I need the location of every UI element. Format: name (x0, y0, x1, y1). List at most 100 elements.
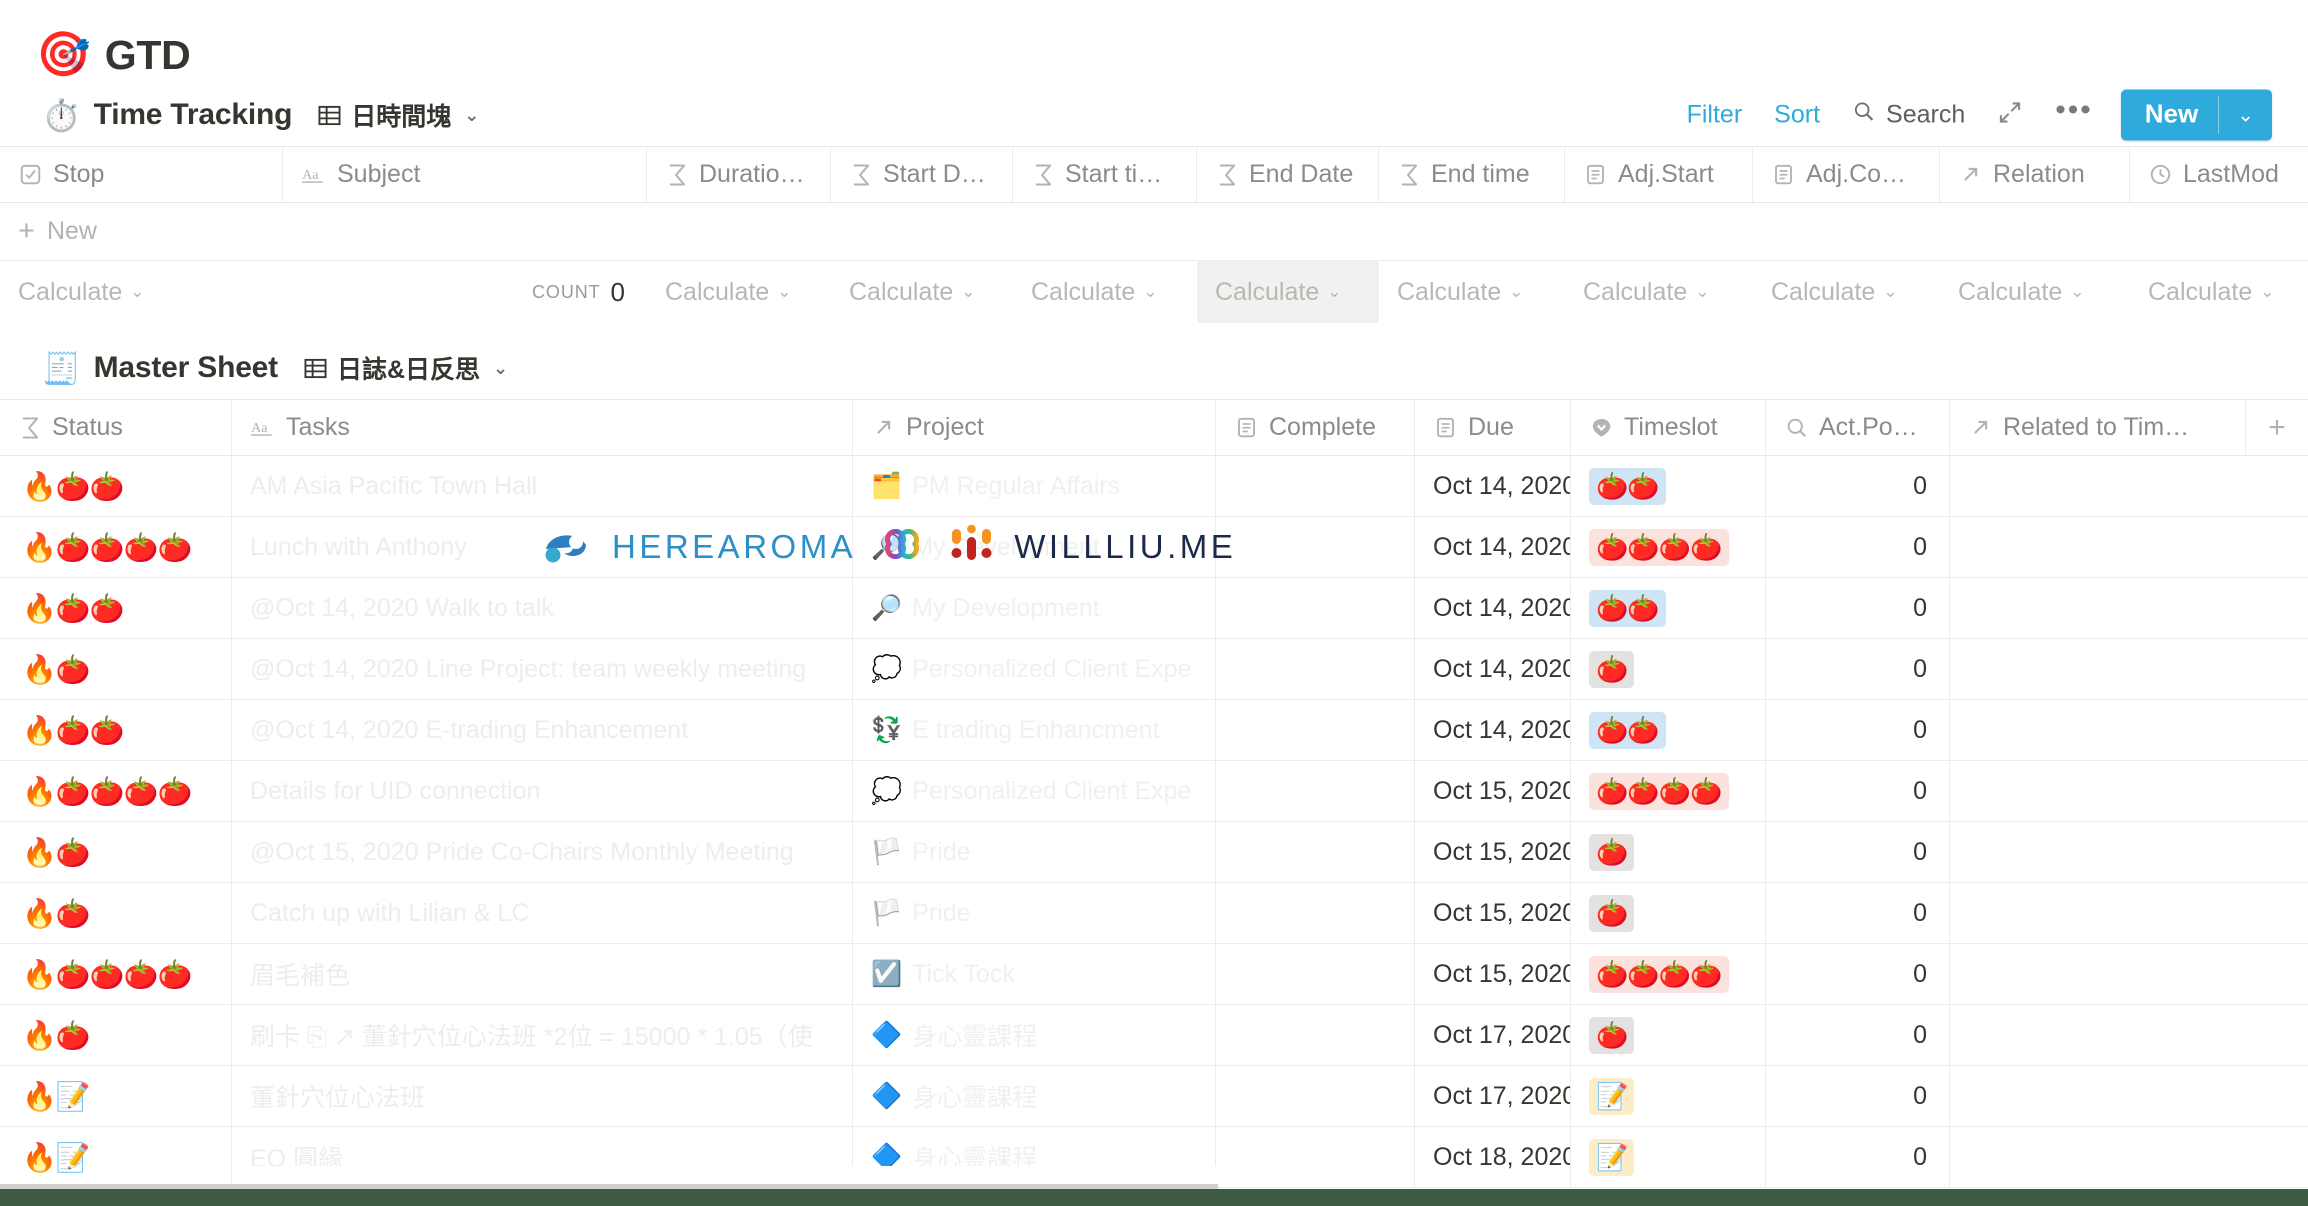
cell-due[interactable]: Oct 14, 2020 3 (1415, 578, 1571, 638)
cell-due[interactable]: Oct 17, 2020 (1415, 1005, 1571, 1065)
cell-act-pomodoro[interactable]: 0 (1766, 761, 1950, 821)
cell-act-pomodoro[interactable]: 0 (1766, 944, 1950, 1004)
cell-timeslot[interactable]: 📝 (1571, 1127, 1766, 1187)
cell-related-to-time[interactable] (1950, 944, 2246, 1004)
sort-button[interactable]: Sort (1758, 101, 1836, 130)
horizontal-scrollbar[interactable] (0, 1184, 1218, 1189)
cell-project[interactable]: ☑️ Tick Tock (853, 944, 1216, 1004)
cell-due[interactable]: Oct 14, 2020 (1415, 456, 1571, 516)
footer-calculate-cell[interactable]: Calculate ⌄ (647, 261, 831, 323)
cell-act-pomodoro[interactable]: 0 (1766, 456, 1950, 516)
column-header-status[interactable]: Status (0, 400, 232, 455)
column-header-relatedtotim[interactable]: Related to Tim… (1950, 400, 2246, 455)
table-row[interactable]: 🔥🍅🍅🍅🍅眉毛補色 ☑️ Tick Tock Oct 15, 2020 6 🍅🍅🍅🍅 0 (0, 944, 2308, 1005)
cell-status[interactable]: 🔥🍅🍅 (0, 578, 232, 638)
table-row[interactable]: 🔥🍅🍅 AM Asia Pacific Town Hall 🗂️ PM Regular… (0, 456, 2308, 517)
cell-status[interactable]: 🔥🍅 (0, 639, 232, 699)
footer-count-cell[interactable]: COUNT 0 (283, 261, 647, 323)
cell-status[interactable]: 🔥🍅 (0, 822, 232, 882)
cell-task[interactable]: 眉毛補色 (232, 944, 853, 1004)
column-header-duratio[interactable]: Duratio… (647, 147, 831, 202)
cell-related-to-time[interactable] (1950, 700, 2246, 760)
cell-due[interactable]: Oct 15, 2020 6 (1415, 944, 1571, 1004)
cell-project[interactable]: 🏳️ Pride (853, 883, 1216, 943)
cell-status[interactable]: 🔥📝 (0, 1127, 232, 1187)
cell-complete[interactable] (1216, 1127, 1415, 1187)
cell-project[interactable]: 🔷 身心靈課程 (853, 1005, 1216, 1065)
cell-status[interactable]: 🔥🍅🍅 (0, 456, 232, 516)
cell-act-pomodoro[interactable]: 0 (1766, 578, 1950, 638)
cell-due[interactable]: Oct 17, 2020 9 (1415, 1066, 1571, 1126)
more-options-button[interactable]: ••• (2039, 95, 2109, 127)
new-button-chevron-down-icon[interactable]: ⌄ (2219, 90, 2272, 141)
cell-status[interactable]: 🔥🍅🍅🍅🍅 (0, 517, 232, 577)
cell-due[interactable]: Oct 14, 2020 1 (1415, 517, 1571, 577)
cell-act-pomodoro[interactable]: 0 (1766, 1066, 1950, 1126)
cell-timeslot[interactable]: 🍅 (1571, 1005, 1766, 1065)
cell-timeslot[interactable]: 🍅🍅🍅🍅 (1571, 944, 1766, 1004)
column-header-complete[interactable]: Complete (1216, 400, 1415, 455)
cell-task[interactable]: Lunch with Anthony (232, 517, 853, 577)
cell-timeslot[interactable]: 🍅 (1571, 822, 1766, 882)
cell-due[interactable]: Oct 14, 2020 4 (1415, 639, 1571, 699)
cell-task[interactable]: 董針穴位心法班 (232, 1066, 853, 1126)
cell-related-to-time[interactable] (1950, 883, 2246, 943)
cell-act-pomodoro[interactable]: 0 (1766, 822, 1950, 882)
column-header-project[interactable]: Project (853, 400, 1216, 455)
cell-task[interactable]: @Oct 15, 2020 Pride Co-Chairs Monthly Me… (232, 822, 853, 882)
cell-project[interactable]: 🏳️ Pride (853, 822, 1216, 882)
cell-act-pomodoro[interactable]: 0 (1766, 700, 1950, 760)
cell-project[interactable]: 💭 Personalized Client Expe (853, 639, 1216, 699)
cell-task[interactable]: AM Asia Pacific Town Hall (232, 456, 853, 516)
cell-project[interactable]: 🔎 My Development (853, 578, 1216, 638)
cell-related-to-time[interactable] (1950, 517, 2246, 577)
column-header-lastmod[interactable]: LastMod (2130, 147, 2308, 202)
cell-related-to-time[interactable] (1950, 1005, 2246, 1065)
cell-due[interactable]: Oct 14, 2020 5 (1415, 700, 1571, 760)
cell-act-pomodoro[interactable]: 0 (1766, 639, 1950, 699)
cell-task[interactable]: 刷卡 ⎘ ↗ 董針穴位心法班 *2位 = 15000 * 1.05（使 (232, 1005, 853, 1065)
cell-task[interactable]: @Oct 14, 2020 Line Project: team weekly … (232, 639, 853, 699)
column-header-timeslot[interactable]: Timeslot (1571, 400, 1766, 455)
column-header-stop[interactable]: Stop (0, 147, 283, 202)
cell-project[interactable]: 💱 E trading Enhancment (853, 700, 1216, 760)
search-button[interactable]: Search (1836, 100, 1981, 131)
table-row[interactable]: 🔥🍅🍅 @Oct 14, 2020 E-trading Enhancement 💱 E… (0, 700, 2308, 761)
footer-calculate-cell[interactable]: Calculate ⌄ (1565, 261, 1753, 323)
cell-status[interactable]: 🔥🍅 (0, 883, 232, 943)
footer-calculate-cell[interactable]: Calculate ⌄ (1940, 261, 2130, 323)
time-tracking-new-row[interactable]: + New (0, 203, 2308, 261)
cell-task[interactable]: Details for UID connection (232, 761, 853, 821)
cell-complete[interactable] (1216, 1005, 1415, 1065)
cell-status[interactable]: 🔥🍅🍅🍅🍅 (0, 944, 232, 1004)
footer-calculate-cell[interactable]: Calculate ⌄ (2130, 261, 2308, 323)
cell-due[interactable]: Oct 15, 2020 1 (1415, 822, 1571, 882)
table-row[interactable]: 🔥🍅🍅🍅🍅 Details for UID connection 💭 Personal… (0, 761, 2308, 822)
cell-complete[interactable] (1216, 883, 1415, 943)
column-header-adjco[interactable]: Adj.Co… (1753, 147, 1940, 202)
table-row[interactable]: 🔥🍅 Catch up with Lilian & LC 🏳️ Pride Oct 15… (0, 883, 2308, 944)
cell-due[interactable]: Oct 15, 2020 (1415, 761, 1571, 821)
cell-timeslot[interactable]: 🍅🍅 (1571, 578, 1766, 638)
cell-complete[interactable] (1216, 578, 1415, 638)
column-header-actpo[interactable]: Act.Po… (1766, 400, 1950, 455)
cell-act-pomodoro[interactable]: 0 (1766, 883, 1950, 943)
cell-timeslot[interactable]: 🍅🍅 (1571, 700, 1766, 760)
column-header-enddate[interactable]: End Date (1197, 147, 1379, 202)
cell-complete[interactable] (1216, 517, 1415, 577)
cell-task[interactable]: Catch up with Lilian & LC (232, 883, 853, 943)
column-header-endtime[interactable]: End time (1379, 147, 1565, 202)
cell-due[interactable]: Oct 15, 2020 2 (1415, 883, 1571, 943)
footer-calculate-cell[interactable]: Calculate ⌄ (1753, 261, 1940, 323)
column-header-subject[interactable]: Aa Subject (283, 147, 647, 202)
cell-timeslot[interactable]: 🍅 (1571, 639, 1766, 699)
cell-task[interactable]: @Oct 14, 2020 Walk to talk (232, 578, 853, 638)
cell-complete[interactable] (1216, 456, 1415, 516)
cell-related-to-time[interactable] (1950, 1127, 2246, 1187)
cell-related-to-time[interactable] (1950, 639, 2246, 699)
expand-button[interactable] (1981, 100, 2039, 131)
column-header-tasks[interactable]: Aa Tasks (232, 400, 853, 455)
cell-project[interactable]: 💭 Personalized Client Expe (853, 761, 1216, 821)
new-button[interactable]: New (2121, 90, 2218, 141)
tab-master-sheet-view[interactable]: 日誌&日反思 ⌄ (304, 350, 508, 386)
